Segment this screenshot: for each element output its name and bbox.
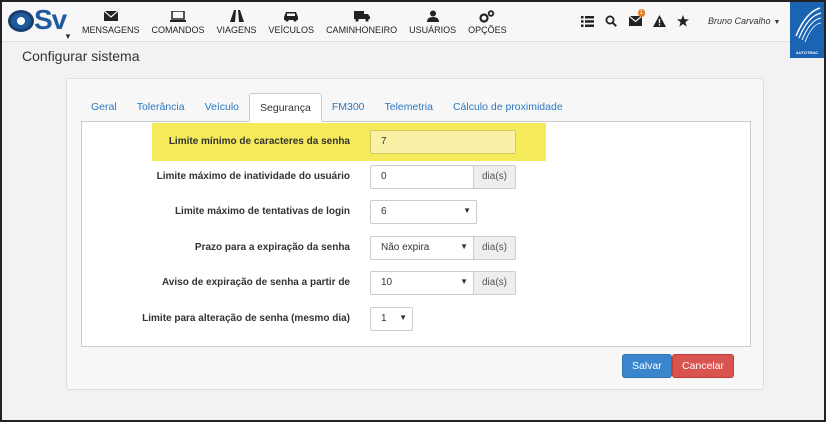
inactivity-label: Limite máximo de inatividade do usuário: [156, 171, 350, 182]
nav-label: MENSAGENS: [82, 25, 140, 35]
warning-label: Aviso de expiração de senha a partir de: [161, 277, 350, 288]
caret-down-icon: ▼: [64, 32, 72, 41]
min-chars-input[interactable]: 7: [370, 130, 516, 154]
inactivity-unit: dia(s): [473, 165, 517, 189]
warning-unit: dia(s): [473, 271, 517, 295]
star-icon[interactable]: [672, 12, 694, 30]
nav-viagens[interactable]: VIAGENS: [211, 2, 263, 42]
brand-swoosh-icon: [795, 7, 822, 43]
caret-down-icon: ▼: [773, 19, 781, 26]
tab-veiculo[interactable]: Veículo: [195, 93, 249, 122]
inactivity-input[interactable]: 0: [370, 165, 474, 189]
gears-icon: [479, 9, 495, 23]
eye-logo-icon: [8, 10, 34, 32]
road-icon: [229, 10, 245, 22]
nav-usuarios[interactable]: USUÁRIOS: [403, 2, 462, 42]
expiration-value: Não expira: [381, 242, 430, 253]
cancel-button[interactable]: Cancelar: [672, 354, 735, 378]
tab-fm300[interactable]: FM300: [322, 93, 375, 122]
tab-seguranca[interactable]: Segurança: [249, 93, 322, 122]
search-icon[interactable]: [600, 12, 622, 30]
form-row-expiration: Prazo para a expiração da senha Não expi…: [82, 236, 752, 262]
change-limit-label: Limite para alteração de senha (mesmo di…: [142, 313, 350, 324]
chevron-down-icon: ▼: [460, 242, 468, 251]
user-name: Bruno Carvalho: [708, 16, 771, 26]
login-attempts-value: 6: [381, 206, 387, 217]
form-row-login-attempts: Limite máximo de tentativas de login 6 ▼: [82, 200, 752, 226]
expiration-select[interactable]: Não expira ▼: [370, 236, 474, 260]
change-limit-value: 1: [381, 313, 387, 324]
nav-caminhoneiro[interactable]: CAMINHONEIRO: [320, 2, 403, 42]
chevron-down-icon: ▼: [399, 313, 407, 322]
expiration-label: Prazo para a expiração da senha: [194, 242, 350, 253]
tab-telemetria[interactable]: Telemetria: [375, 93, 443, 122]
top-navbar: Sv ▼ MENSAGENS COMANDOS VIAGENS VEÍCULOS…: [2, 2, 824, 58]
nav-label: USUÁRIOS: [409, 25, 457, 35]
tab-geral[interactable]: Geral: [81, 93, 127, 122]
car-icon: [283, 10, 299, 22]
truck-icon: [353, 10, 370, 22]
form-row-inactivity: Limite máximo de inatividade do usuário …: [82, 165, 752, 191]
nav-label: COMANDOS: [151, 25, 205, 35]
main-nav: MENSAGENS COMANDOS VIAGENS VEÍCULOS CAMI…: [76, 2, 513, 42]
tab-tolerancia[interactable]: Tolerância: [127, 93, 195, 122]
settings-panel: Geral Tolerância Veículo Segurança FM300…: [66, 78, 764, 390]
form-row-change-limit: Limite para alteração de senha (mesmo di…: [82, 307, 752, 333]
tab-bar: Geral Tolerância Veículo Segurança FM300…: [81, 93, 573, 122]
form-row-min-chars: Limite mínimo de caracteres da senha 7: [82, 130, 752, 156]
nav-label: VIAGENS: [216, 25, 257, 35]
expiration-unit: dia(s): [473, 236, 517, 260]
user-icon: [425, 10, 441, 22]
messages-badge: 1: [637, 9, 645, 17]
warning-select[interactable]: 10 ▼: [370, 271, 474, 295]
chevron-down-icon: ▼: [463, 206, 471, 215]
tab-calculo-proximidade[interactable]: Cálculo de proximidade: [443, 93, 573, 122]
warning-icon[interactable]: [648, 12, 670, 30]
nav-comandos[interactable]: COMANDOS: [146, 2, 211, 42]
page-title: Configurar sistema: [22, 48, 140, 64]
list-icon[interactable]: [576, 12, 598, 30]
user-menu[interactable]: Bruno Carvalho ▼: [708, 16, 780, 26]
brand-logo: AUTOTRAC: [790, 2, 824, 58]
toolbar-right: 1 Bruno Carvalho ▼: [576, 9, 780, 30]
nav-mensagens[interactable]: MENSAGENS: [76, 2, 146, 42]
warning-value: 10: [381, 277, 393, 288]
nav-label: OPÇÕES: [468, 25, 507, 35]
nav-veiculos[interactable]: VEÍCULOS: [263, 2, 321, 42]
brand-text: AUTOTRAC: [795, 50, 819, 55]
login-attempts-select[interactable]: 6 ▼: [370, 200, 477, 224]
laptop-icon: [170, 10, 187, 22]
form-row-warning: Aviso de expiração de senha a partir de …: [82, 271, 752, 297]
min-chars-label: Limite mínimo de caracteres da senha: [168, 136, 350, 147]
nav-opcoes[interactable]: OPÇÕES: [462, 2, 513, 42]
login-attempts-label: Limite máximo de tentativas de login: [174, 206, 350, 217]
nav-label: VEÍCULOS: [268, 25, 315, 35]
messages-icon[interactable]: 1: [624, 9, 646, 30]
envelope-icon: [103, 10, 119, 22]
change-limit-select[interactable]: 1 ▼: [370, 307, 413, 331]
security-tab-pane: Limite mínimo de caracteres da senha 7 L…: [81, 121, 751, 347]
nav-label: CAMINHONEIRO: [326, 25, 398, 35]
save-button[interactable]: Salvar: [622, 354, 672, 378]
app-window: Sv ▼ MENSAGENS COMANDOS VIAGENS VEÍCULOS…: [0, 0, 826, 422]
logo-text: Sv: [34, 4, 67, 35]
app-logo[interactable]: Sv ▼: [6, 4, 72, 41]
chevron-down-icon: ▼: [460, 277, 468, 286]
